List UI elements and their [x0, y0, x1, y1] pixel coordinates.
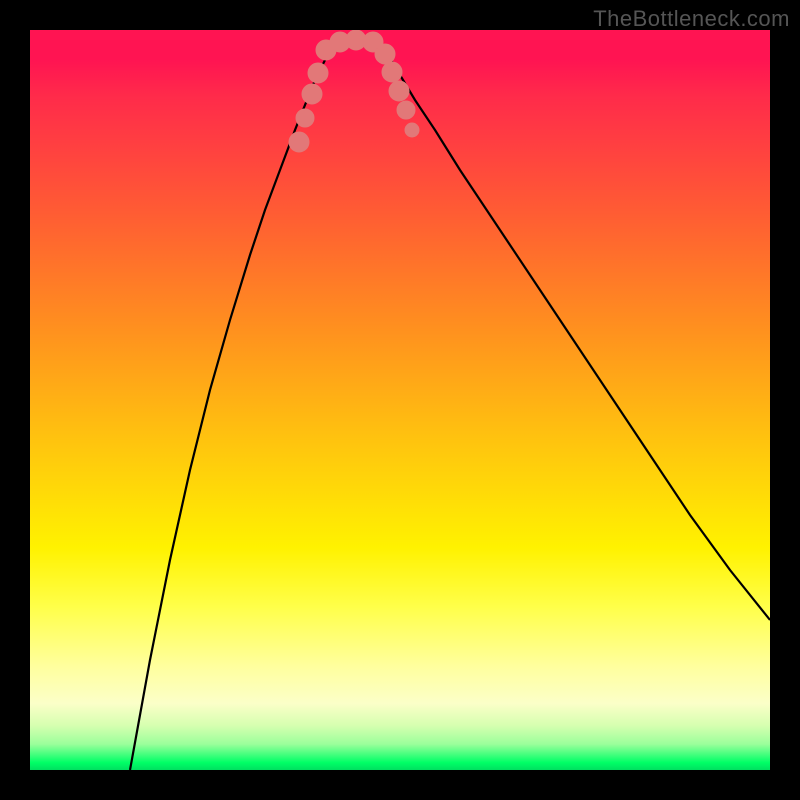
valley-marker: [382, 62, 402, 82]
valley-marker: [397, 101, 415, 119]
valley-markers-group: [289, 30, 419, 152]
chart-container: TheBottleneck.com: [0, 0, 800, 800]
left-curve: [130, 45, 335, 770]
plot-area: [30, 30, 770, 770]
valley-marker: [289, 132, 309, 152]
valley-marker: [302, 84, 322, 104]
valley-marker: [308, 63, 328, 83]
valley-marker: [375, 44, 395, 64]
right-curve: [380, 42, 770, 620]
valley-marker: [389, 81, 409, 101]
watermark-text: TheBottleneck.com: [593, 6, 790, 32]
valley-marker: [296, 109, 314, 127]
valley-marker: [405, 123, 419, 137]
curve-layer: [30, 30, 770, 770]
